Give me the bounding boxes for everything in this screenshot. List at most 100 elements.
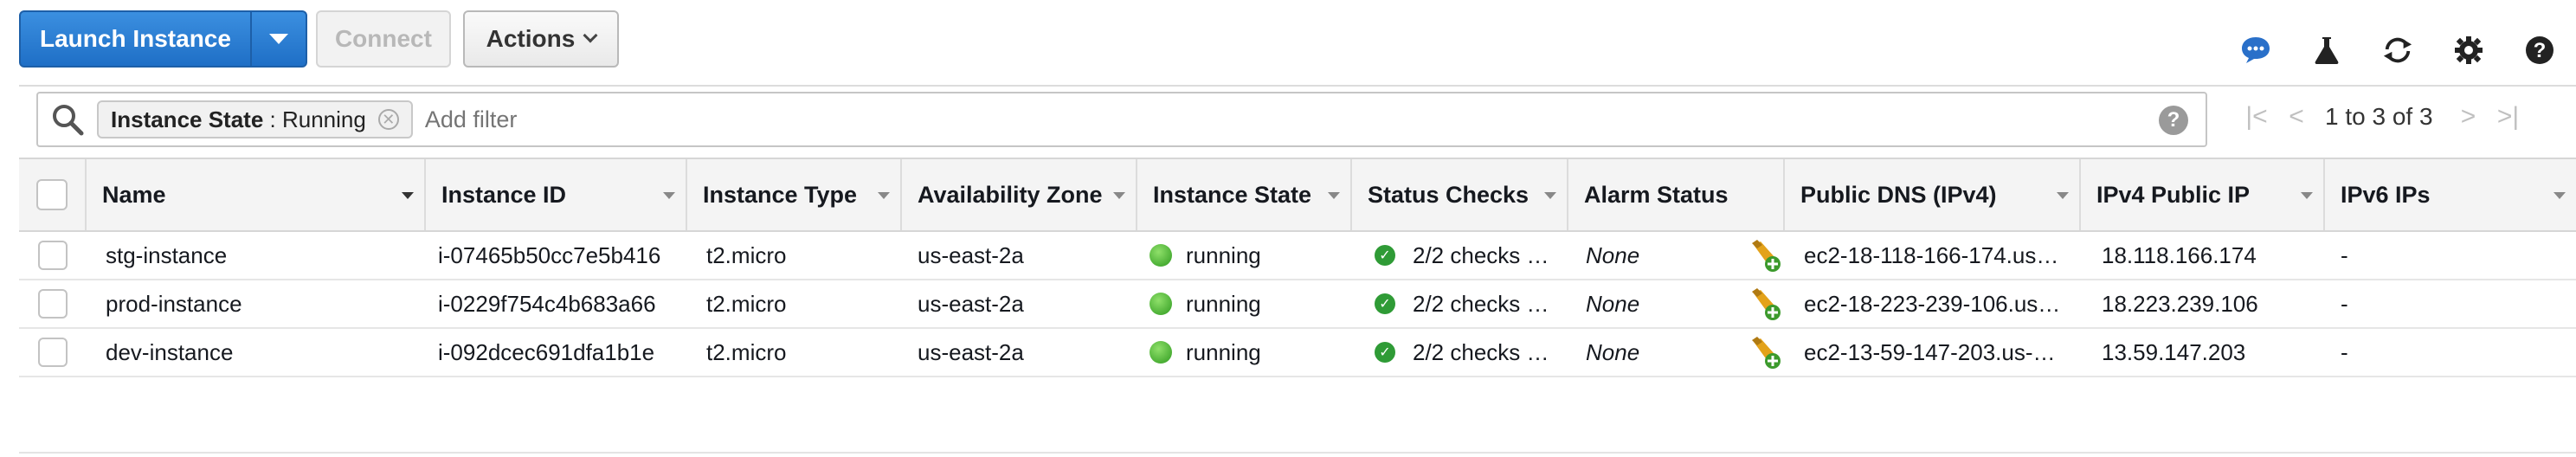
sort-desc-icon <box>402 192 414 199</box>
cell-ipv6-ips: - <box>2325 329 2576 376</box>
pagination-text: 1 to 3 of 3 <box>2325 103 2433 130</box>
refresh-icon[interactable] <box>2382 35 2413 66</box>
launch-instance-button[interactable]: Launch Instance <box>21 12 250 66</box>
chat-icon[interactable] <box>2240 35 2271 66</box>
cell-public-dns: ec2-13-59-147-203.us-… <box>1785 329 2081 376</box>
cell-availability-zone: us-east-2a <box>902 232 1137 279</box>
table-row[interactable]: dev-instance i-092dcec691dfa1b1e t2.micro u… <box>19 329 2576 377</box>
select-all-checkbox[interactable] <box>36 179 68 210</box>
ipv4-public-ip-text: 18.118.166.174 <box>2102 241 2257 268</box>
table-row[interactable]: stg-instance i-07465b50cc7e5b416 t2.micro u… <box>19 232 2576 280</box>
availability-zone-text: us-east-2a <box>918 338 1024 365</box>
column-header-ipv4-public-ip[interactable]: IPv4 Public IP <box>2081 159 2325 230</box>
row-checkbox-cell <box>19 232 87 279</box>
filter-help-icon[interactable]: ? <box>2159 106 2188 135</box>
row-checkbox[interactable] <box>38 338 68 367</box>
sort-icon <box>1328 192 1340 199</box>
availability-zone-text: us-east-2a <box>918 290 1024 317</box>
cell-instance-state: running <box>1137 232 1352 279</box>
cell-alarm-status: None <box>1568 280 1785 327</box>
row-checkbox-cell <box>19 329 87 376</box>
ipv6-ips-text: - <box>2341 338 2348 365</box>
cell-instance-name: prod-instance <box>87 280 426 327</box>
ipv4-public-ip-text: 13.59.147.203 <box>2102 338 2246 365</box>
previous-page-icon[interactable]: < <box>2277 102 2316 132</box>
top-icon-bar: ? <box>2240 35 2555 66</box>
ipv6-ips-text: - <box>2341 241 2348 268</box>
select-all-cell <box>19 159 87 230</box>
sort-icon <box>2057 192 2069 199</box>
cell-availability-zone: us-east-2a <box>902 329 1137 376</box>
filter-token-key: Instance State <box>111 106 264 132</box>
column-header-public-dns[interactable]: Public DNS (IPv4) <box>1785 159 2081 230</box>
instances-table: Name Instance ID Instance Type Availabil… <box>19 158 2576 377</box>
flask-icon[interactable] <box>2311 35 2342 66</box>
column-header-alarm-status[interactable]: Alarm Status <box>1568 159 1785 230</box>
column-header-instance-type[interactable]: Instance Type <box>687 159 902 230</box>
filter-bar: Instance State : Running ✕ ? <box>36 92 2207 147</box>
cell-public-dns: ec2-18-223-239-106.us… <box>1785 280 2081 327</box>
check-passed-icon: ✓ <box>1375 293 1395 314</box>
status-checks-text[interactable]: 2/2 checks … <box>1413 291 1549 318</box>
column-header-name[interactable]: Name <box>87 159 426 230</box>
instance-id-text: i-07465b50cc7e5b416 <box>438 241 661 268</box>
sort-icon <box>2553 192 2566 199</box>
actions-button[interactable]: Actions <box>462 10 619 68</box>
cell-ipv6-ips: - <box>2325 232 2576 279</box>
cell-ipv4-public-ip: 18.118.166.174 <box>2081 232 2325 279</box>
cell-instance-name: stg-instance <box>87 232 426 279</box>
cell-instance-type: t2.micro <box>687 329 902 376</box>
running-status-icon <box>1150 293 1172 315</box>
column-header-instance-state[interactable]: Instance State <box>1137 159 1352 230</box>
running-status-icon <box>1150 244 1172 267</box>
launch-options-dropdown[interactable] <box>249 12 306 66</box>
instance-name-text: dev-instance <box>106 338 234 365</box>
check-passed-icon: ✓ <box>1375 245 1395 266</box>
pagination: |< < 1 to 3 of 3 > >| <box>2237 102 2528 132</box>
column-header-ipv6-ips[interactable]: IPv6 IPs <box>2325 159 2576 230</box>
gear-icon[interactable] <box>2453 35 2484 66</box>
row-checkbox[interactable] <box>38 241 68 270</box>
instance-type-text: t2.micro <box>706 241 787 268</box>
table-bottom-divider <box>19 452 2576 454</box>
first-page-icon[interactable]: |< <box>2237 102 2277 132</box>
search-icon <box>47 99 88 140</box>
cell-status-checks: ✓ 2/2 checks … <box>1352 329 1568 376</box>
instance-type-text: t2.micro <box>706 290 787 317</box>
table-row[interactable]: prod-instance i-0229f754c4b683a66 t2.micro… <box>19 280 2576 329</box>
create-alarm-icon[interactable] <box>1748 335 1783 370</box>
status-checks-text[interactable]: 2/2 checks … <box>1413 242 1549 269</box>
chevron-down-icon <box>583 28 598 43</box>
column-header-availability-zone[interactable]: Availability Zone <box>902 159 1137 230</box>
remove-filter-icon[interactable]: ✕ <box>377 109 399 130</box>
create-alarm-icon[interactable] <box>1748 238 1783 273</box>
public-dns-text[interactable]: ec2-18-118-166-174.us… <box>1804 242 2058 269</box>
public-dns-text[interactable]: ec2-13-59-147-203.us-… <box>1804 339 2056 366</box>
instance-state-text: running <box>1186 241 1261 268</box>
cell-status-checks: ✓ 2/2 checks … <box>1352 232 1568 279</box>
instance-name-text: prod-instance <box>106 290 242 317</box>
status-checks-text[interactable]: 2/2 checks … <box>1413 339 1549 366</box>
connect-button[interactable]: Connect <box>315 10 451 68</box>
instance-name-text: stg-instance <box>106 241 228 268</box>
column-header-instance-id[interactable]: Instance ID <box>426 159 687 230</box>
alarm-status-text: None <box>1586 338 1640 365</box>
cell-instance-type: t2.micro <box>687 280 902 327</box>
create-alarm-icon[interactable] <box>1748 286 1783 321</box>
column-header-status-checks[interactable]: Status Checks <box>1352 159 1568 230</box>
instance-id-text: i-092dcec691dfa1b1e <box>438 338 655 365</box>
cell-availability-zone: us-east-2a <box>902 280 1137 327</box>
last-page-icon[interactable]: >| <box>2489 102 2528 132</box>
filter-token-value: Running <box>281 106 366 132</box>
public-dns-text[interactable]: ec2-18-223-239-106.us… <box>1804 291 2060 318</box>
add-filter-input[interactable] <box>424 106 2070 133</box>
row-checkbox[interactable] <box>38 289 68 319</box>
toolbar: Launch Instance Connect Actions <box>19 10 619 68</box>
cell-alarm-status: None <box>1568 232 1785 279</box>
toolbar-divider <box>19 85 2576 87</box>
launch-instance-button-group: Launch Instance <box>19 10 307 68</box>
cell-instance-type: t2.micro <box>687 232 902 279</box>
filter-token[interactable]: Instance State : Running ✕ <box>97 100 413 138</box>
help-icon[interactable]: ? <box>2524 35 2555 66</box>
next-page-icon[interactable]: > <box>2449 102 2489 132</box>
